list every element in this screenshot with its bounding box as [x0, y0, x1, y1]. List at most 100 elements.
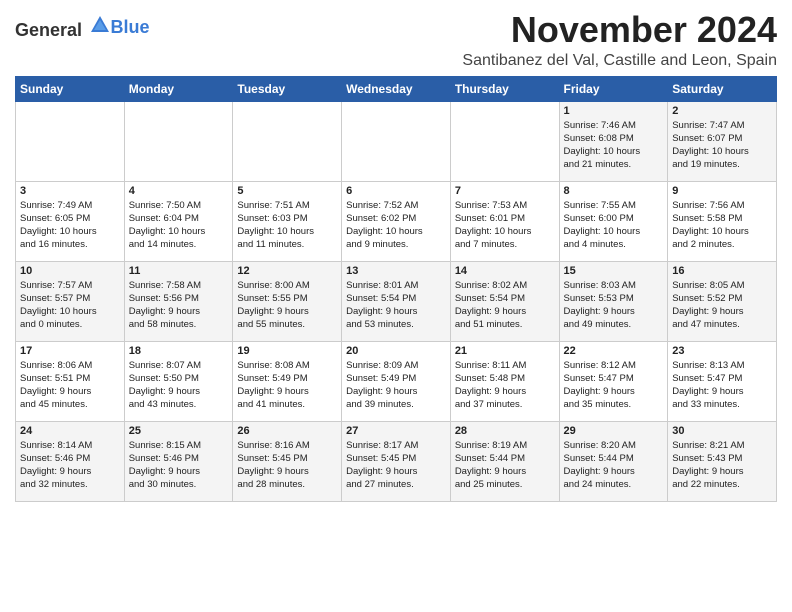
weekday-header: Tuesday	[233, 76, 342, 101]
day-info: Sunrise: 7:53 AM Sunset: 6:01 PM Dayligh…	[455, 199, 555, 252]
calendar-cell	[16, 101, 125, 181]
day-info: Sunrise: 8:02 AM Sunset: 5:54 PM Dayligh…	[455, 279, 555, 332]
day-number: 23	[672, 345, 772, 357]
calendar-cell: 15 Sunrise: 8:03 AM Sunset: 5:53 PM Dayli…	[559, 261, 668, 341]
day-number: 14	[455, 265, 555, 277]
calendar-cell: 8 Sunrise: 7:55 AM Sunset: 6:00 PM Daylig…	[559, 181, 668, 261]
day-info: Sunrise: 7:51 AM Sunset: 6:03 PM Dayligh…	[237, 199, 337, 252]
day-info: Sunrise: 8:12 AM Sunset: 5:47 PM Dayligh…	[564, 359, 664, 412]
calendar-cell: 25 Sunrise: 8:15 AM Sunset: 5:46 PM Dayli…	[124, 421, 233, 501]
calendar-cell: 3 Sunrise: 7:49 AM Sunset: 6:05 PM Daylig…	[16, 181, 125, 261]
day-info: Sunrise: 8:06 AM Sunset: 5:51 PM Dayligh…	[20, 359, 120, 412]
day-number: 28	[455, 425, 555, 437]
day-number: 19	[237, 345, 337, 357]
calendar-cell: 28 Sunrise: 8:19 AM Sunset: 5:44 PM Dayli…	[450, 421, 559, 501]
weekday-header: Saturday	[668, 76, 777, 101]
calendar-cell: 23 Sunrise: 8:13 AM Sunset: 5:47 PM Dayli…	[668, 341, 777, 421]
day-info: Sunrise: 7:49 AM Sunset: 6:05 PM Dayligh…	[20, 199, 120, 252]
day-info: Sunrise: 8:09 AM Sunset: 5:49 PM Dayligh…	[346, 359, 446, 412]
day-info: Sunrise: 8:13 AM Sunset: 5:47 PM Dayligh…	[672, 359, 772, 412]
day-info: Sunrise: 8:08 AM Sunset: 5:49 PM Dayligh…	[237, 359, 337, 412]
day-info: Sunrise: 8:14 AM Sunset: 5:46 PM Dayligh…	[20, 439, 120, 492]
location-title: Santibanez del Val, Castille and Leon, S…	[462, 52, 777, 70]
weekday-header: Friday	[559, 76, 668, 101]
weekday-header: Sunday	[16, 76, 125, 101]
day-number: 30	[672, 425, 772, 437]
day-info: Sunrise: 7:46 AM Sunset: 6:08 PM Dayligh…	[564, 119, 664, 172]
day-number: 20	[346, 345, 446, 357]
day-number: 17	[20, 345, 120, 357]
day-number: 3	[20, 185, 120, 197]
logo: General Blue	[15, 14, 150, 41]
calendar-cell: 1 Sunrise: 7:46 AM Sunset: 6:08 PM Daylig…	[559, 101, 668, 181]
calendar-cell: 19 Sunrise: 8:08 AM Sunset: 5:49 PM Dayli…	[233, 341, 342, 421]
calendar-cell: 16 Sunrise: 8:05 AM Sunset: 5:52 PM Dayli…	[668, 261, 777, 341]
day-info: Sunrise: 7:55 AM Sunset: 6:00 PM Dayligh…	[564, 199, 664, 252]
calendar-cell	[124, 101, 233, 181]
day-number: 2	[672, 105, 772, 117]
day-info: Sunrise: 8:00 AM Sunset: 5:55 PM Dayligh…	[237, 279, 337, 332]
day-info: Sunrise: 7:56 AM Sunset: 5:58 PM Dayligh…	[672, 199, 772, 252]
calendar-cell: 30 Sunrise: 8:21 AM Sunset: 5:43 PM Dayli…	[668, 421, 777, 501]
calendar-cell: 5 Sunrise: 7:51 AM Sunset: 6:03 PM Daylig…	[233, 181, 342, 261]
calendar-cell: 20 Sunrise: 8:09 AM Sunset: 5:49 PM Dayli…	[342, 341, 451, 421]
calendar-cell: 26 Sunrise: 8:16 AM Sunset: 5:45 PM Dayli…	[233, 421, 342, 501]
day-info: Sunrise: 8:05 AM Sunset: 5:52 PM Dayligh…	[672, 279, 772, 332]
calendar-cell	[450, 101, 559, 181]
calendar-cell: 7 Sunrise: 7:53 AM Sunset: 6:01 PM Daylig…	[450, 181, 559, 261]
day-number: 16	[672, 265, 772, 277]
day-info: Sunrise: 8:03 AM Sunset: 5:53 PM Dayligh…	[564, 279, 664, 332]
calendar-cell: 4 Sunrise: 7:50 AM Sunset: 6:04 PM Daylig…	[124, 181, 233, 261]
day-number: 1	[564, 105, 664, 117]
calendar-cell: 14 Sunrise: 8:02 AM Sunset: 5:54 PM Dayli…	[450, 261, 559, 341]
day-info: Sunrise: 7:57 AM Sunset: 5:57 PM Dayligh…	[20, 279, 120, 332]
day-info: Sunrise: 7:58 AM Sunset: 5:56 PM Dayligh…	[129, 279, 229, 332]
calendar-cell	[342, 101, 451, 181]
day-number: 15	[564, 265, 664, 277]
day-number: 12	[237, 265, 337, 277]
day-number: 10	[20, 265, 120, 277]
day-number: 4	[129, 185, 229, 197]
day-info: Sunrise: 7:50 AM Sunset: 6:04 PM Dayligh…	[129, 199, 229, 252]
day-info: Sunrise: 7:52 AM Sunset: 6:02 PM Dayligh…	[346, 199, 446, 252]
calendar-cell: 2Sunrise: 7:47 AM Sunset: 6:07 PM Daylig…	[668, 101, 777, 181]
day-info: Sunrise: 8:20 AM Sunset: 5:44 PM Dayligh…	[564, 439, 664, 492]
day-number: 9	[672, 185, 772, 197]
day-info: Sunrise: 8:17 AM Sunset: 5:45 PM Dayligh…	[346, 439, 446, 492]
calendar-table: SundayMondayTuesdayWednesdayThursdayFrid…	[15, 76, 777, 502]
month-title: November 2024	[462, 10, 777, 50]
day-number: 6	[346, 185, 446, 197]
calendar-cell: 17 Sunrise: 8:06 AM Sunset: 5:51 PM Dayli…	[16, 341, 125, 421]
day-number: 22	[564, 345, 664, 357]
calendar-cell	[233, 101, 342, 181]
day-number: 25	[129, 425, 229, 437]
day-number: 7	[455, 185, 555, 197]
calendar-cell: 9 Sunrise: 7:56 AM Sunset: 5:58 PM Daylig…	[668, 181, 777, 261]
day-info: Sunrise: 8:07 AM Sunset: 5:50 PM Dayligh…	[129, 359, 229, 412]
day-info: Sunrise: 8:16 AM Sunset: 5:45 PM Dayligh…	[237, 439, 337, 492]
calendar-cell: 21Sunrise: 8:11 AM Sunset: 5:48 PM Dayli…	[450, 341, 559, 421]
logo-icon	[89, 14, 111, 36]
calendar-cell: 24Sunrise: 8:14 AM Sunset: 5:46 PM Dayli…	[16, 421, 125, 501]
calendar-cell: 22 Sunrise: 8:12 AM Sunset: 5:47 PM Dayli…	[559, 341, 668, 421]
day-number: 18	[129, 345, 229, 357]
calendar-cell: 6 Sunrise: 7:52 AM Sunset: 6:02 PM Daylig…	[342, 181, 451, 261]
day-info: Sunrise: 8:21 AM Sunset: 5:43 PM Dayligh…	[672, 439, 772, 492]
day-number: 29	[564, 425, 664, 437]
day-number: 27	[346, 425, 446, 437]
logo-blue: Blue	[111, 17, 150, 37]
title-block: November 2024 Santibanez del Val, Castil…	[462, 10, 777, 70]
day-number: 8	[564, 185, 664, 197]
day-info: Sunrise: 8:15 AM Sunset: 5:46 PM Dayligh…	[129, 439, 229, 492]
calendar-cell: 11Sunrise: 7:58 AM Sunset: 5:56 PM Dayli…	[124, 261, 233, 341]
weekday-header: Wednesday	[342, 76, 451, 101]
calendar-cell: 12 Sunrise: 8:00 AM Sunset: 5:55 PM Dayli…	[233, 261, 342, 341]
day-number: 5	[237, 185, 337, 197]
day-info: Sunrise: 8:11 AM Sunset: 5:48 PM Dayligh…	[455, 359, 555, 412]
day-number: 26	[237, 425, 337, 437]
day-info: Sunrise: 8:01 AM Sunset: 5:54 PM Dayligh…	[346, 279, 446, 332]
calendar-cell: 13Sunrise: 8:01 AM Sunset: 5:54 PM Dayli…	[342, 261, 451, 341]
day-info: Sunrise: 8:19 AM Sunset: 5:44 PM Dayligh…	[455, 439, 555, 492]
weekday-header: Monday	[124, 76, 233, 101]
header: General Blue November 2024 Santibanez de…	[15, 10, 777, 70]
